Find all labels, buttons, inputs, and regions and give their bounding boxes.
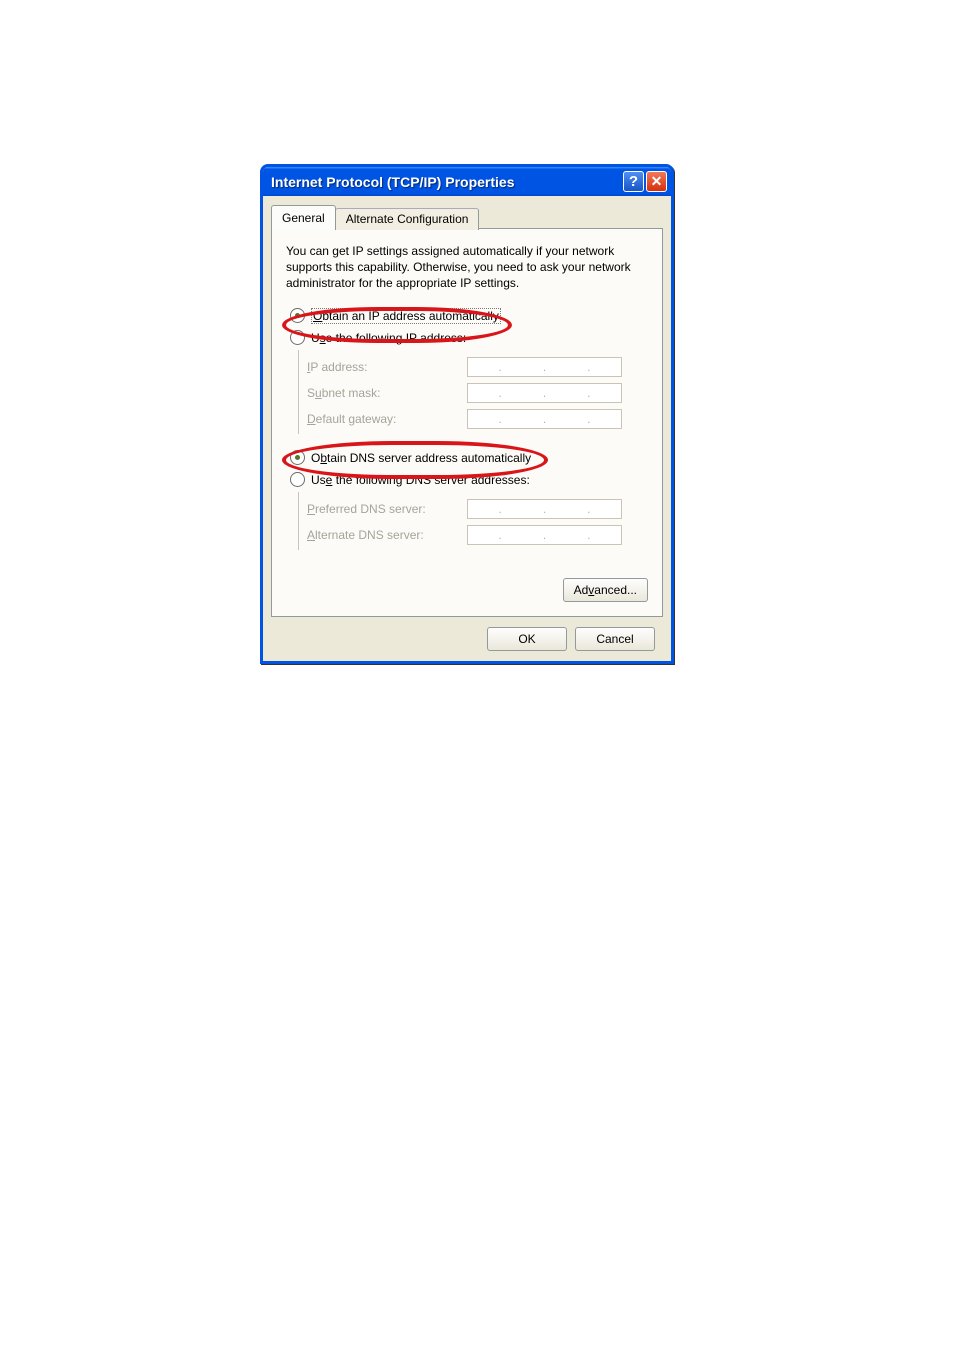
radio-obtain-dns-auto-label: Obtain DNS server address automatically (311, 451, 531, 465)
label-default-gateway: Default gateway: (307, 412, 467, 426)
input-preferred-dns[interactable]: . . . (467, 499, 622, 519)
dns-fields-group: Preferred DNS server: . . . Alternate DN… (298, 492, 648, 550)
radio-icon (290, 450, 305, 465)
radio-use-dns-manual-label: Use the following DNS server addresses: (311, 473, 530, 487)
radio-icon (290, 330, 305, 345)
advanced-button[interactable]: Advanced... (563, 578, 648, 602)
client-area: General Alternate Configuration You can … (263, 196, 671, 661)
help-button[interactable]: ? (623, 171, 644, 192)
row-alternate-dns: Alternate DNS server: . . . (307, 522, 648, 548)
label-alternate-dns: Alternate DNS server: (307, 528, 467, 542)
cancel-button[interactable]: Cancel (575, 627, 655, 651)
radio-use-dns-manual[interactable]: Use the following DNS server addresses: (290, 470, 648, 490)
description-text: You can get IP settings assigned automat… (286, 243, 648, 292)
radio-use-ip-manual-label: Use the following IP address: (311, 331, 466, 345)
radio-obtain-dns-auto[interactable]: Obtain DNS server address automatically (290, 448, 648, 468)
tab-alternate[interactable]: Alternate Configuration (335, 208, 480, 230)
label-ip-address: IP address: (307, 360, 467, 374)
titlebar[interactable]: Internet Protocol (TCP/IP) Properties ? … (263, 167, 671, 196)
window-title: Internet Protocol (TCP/IP) Properties (271, 174, 621, 190)
tcpip-properties-dialog: Internet Protocol (TCP/IP) Properties ? … (260, 164, 674, 664)
row-subnet-mask: Subnet mask: . . . (307, 380, 648, 406)
advanced-row: Advanced... (286, 564, 648, 602)
radio-icon (290, 308, 305, 323)
radio-obtain-ip-auto[interactable]: Obtain an IP address automatically (290, 306, 648, 326)
cancel-button-label: Cancel (596, 632, 633, 646)
ip-fields-group: IP address: . . . Subnet mask: . . . Def… (298, 350, 648, 434)
input-default-gateway[interactable]: . . . (467, 409, 622, 429)
dialog-footer: OK Cancel (271, 617, 663, 651)
label-subnet-mask: Subnet mask: (307, 386, 467, 400)
tab-alternate-label: Alternate Configuration (346, 212, 469, 226)
tabpanel-general: You can get IP settings assigned automat… (271, 228, 663, 617)
ok-button[interactable]: OK (487, 627, 567, 651)
close-button[interactable]: ✕ (646, 171, 667, 192)
input-subnet-mask[interactable]: . . . (467, 383, 622, 403)
row-preferred-dns: Preferred DNS server: . . . (307, 496, 648, 522)
tabstrip: General Alternate Configuration (271, 204, 663, 228)
row-default-gateway: Default gateway: . . . (307, 406, 648, 432)
row-ip-address: IP address: . . . (307, 354, 648, 380)
radio-icon (290, 472, 305, 487)
label-preferred-dns: Preferred DNS server: (307, 502, 467, 516)
help-icon: ? (629, 173, 638, 190)
radio-use-ip-manual[interactable]: Use the following IP address: (290, 328, 648, 348)
radio-obtain-ip-auto-label: Obtain an IP address automatically (311, 308, 501, 324)
input-ip-address[interactable]: . . . (467, 357, 622, 377)
ok-button-label: OK (518, 632, 535, 646)
tab-general[interactable]: General (271, 205, 336, 229)
close-icon: ✕ (651, 173, 663, 190)
input-alternate-dns[interactable]: . . . (467, 525, 622, 545)
tab-general-label: General (282, 211, 325, 225)
